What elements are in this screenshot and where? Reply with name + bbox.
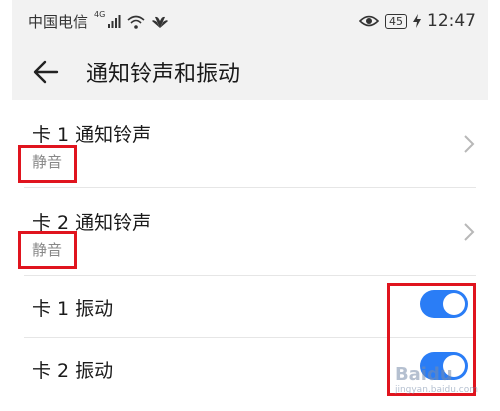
status-right: 45 12:47 — [359, 11, 476, 31]
setting-title: 卡 1 振动 — [32, 298, 114, 320]
battery-indicator: 45 — [385, 13, 407, 29]
status-bar: 中国电信 4G 45 12:47 — [0, 0, 500, 44]
setting-title: 卡 1 通知铃声 — [32, 124, 152, 146]
wifi-icon — [127, 15, 145, 29]
watermark-url: jingyan.baidu.com — [394, 385, 478, 395]
network-type: 4G — [94, 10, 106, 19]
highlight-box — [18, 231, 77, 269]
card1-notification-ringtone[interactable]: 卡 1 通知铃声 静音 — [18, 100, 476, 188]
page-title: 通知铃声和振动 — [86, 62, 241, 87]
app-header: 通知铃声和振动 — [12, 44, 488, 100]
watermark: Baidu jingyan.baidu.com — [395, 364, 478, 395]
clock: 12:47 — [427, 11, 476, 31]
chevron-right-icon — [464, 135, 475, 153]
back-arrow-icon[interactable] — [32, 58, 60, 86]
status-left: 中国电信 4G — [28, 10, 169, 32]
huawei-logo-icon — [152, 16, 169, 28]
watermark-brand: Baidu — [394, 364, 453, 385]
card2-notification-ringtone[interactable]: 卡 2 通知铃声 静音 — [18, 188, 476, 276]
chevron-right-icon — [464, 223, 475, 241]
signal-icon — [108, 15, 121, 28]
setting-title: 卡 2 振动 — [32, 360, 114, 382]
carrier-label: 中国电信 — [28, 13, 89, 31]
eye-icon — [359, 15, 379, 27]
charging-bolt-icon — [413, 14, 421, 28]
highlight-box — [18, 145, 77, 183]
